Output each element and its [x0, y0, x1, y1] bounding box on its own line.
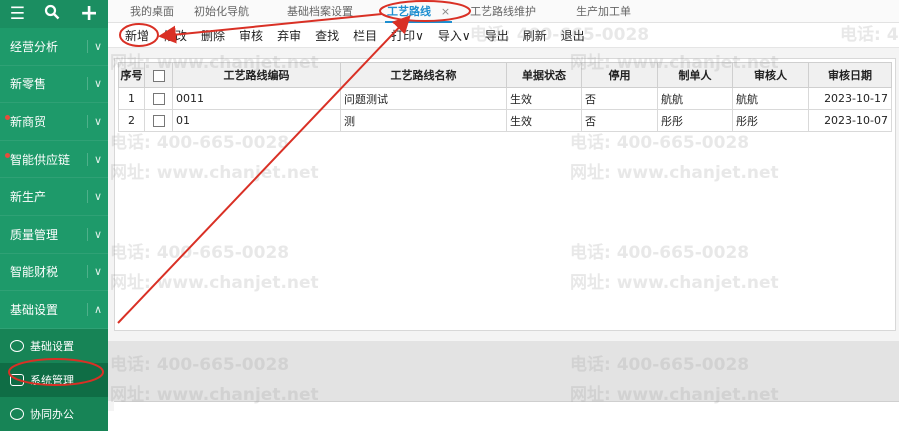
- sidebar-subitem-label: 协同办公: [30, 407, 74, 421]
- search-icon[interactable]: [44, 4, 60, 24]
- sidebar-subitem-label: 系统管理: [30, 373, 74, 387]
- col-header-status[interactable]: 单据状态: [506, 62, 582, 88]
- table-row[interactable]: 1 0011 问题测试 生效 否 航航 航航 2023-10-17: [118, 87, 892, 110]
- chevron-down-icon[interactable]: ∨: [87, 190, 108, 204]
- col-header-disabled[interactable]: 停用: [581, 62, 658, 88]
- sidebar-item-label: 新生产: [10, 190, 47, 205]
- col-header-index: 序号: [118, 62, 145, 88]
- sidebar-subitem-system-management[interactable]: 系统管理: [0, 362, 108, 397]
- cell-index: 1: [118, 87, 145, 110]
- col-header-approver[interactable]: 审核人: [732, 62, 809, 88]
- plus-icon[interactable]: +: [80, 3, 98, 25]
- sidebar-item-label: 经营分析: [10, 39, 59, 54]
- notification-dot: [5, 152, 10, 158]
- chevron-down-icon[interactable]: ∨: [87, 77, 108, 91]
- row-checkbox[interactable]: [152, 93, 165, 105]
- close-icon[interactable]: ×: [441, 5, 450, 18]
- main-area: 我的桌面 初始化导航 基础档案设置 工艺路线 × 工艺路线维护 生产加工单 新增…: [108, 0, 899, 412]
- sidebar-subitem-label: 基础设置: [30, 339, 74, 353]
- chevron-up-icon[interactable]: ∧: [87, 302, 108, 316]
- col-header-code[interactable]: 工艺路线编码: [172, 62, 341, 88]
- cell-disabled: 否: [581, 109, 658, 132]
- cell-name: 问题测试: [340, 87, 507, 110]
- settings-icon: [10, 339, 24, 352]
- tab-basic-archive[interactable]: 基础档案设置: [277, 3, 363, 19]
- import-dropdown[interactable]: 导入∨: [431, 27, 478, 44]
- exit-button[interactable]: 退出: [554, 27, 592, 44]
- sidebar-subitem-basic-settings[interactable]: 基础设置: [0, 328, 108, 363]
- sidebar-item-label: 新零售: [10, 77, 47, 92]
- sidebar-item-quality[interactable]: 质量管理 ∨: [0, 216, 108, 254]
- cell-select[interactable]: [144, 87, 173, 110]
- print-dropdown[interactable]: 打印∨: [384, 27, 431, 44]
- cell-code: 01: [172, 109, 341, 132]
- sidebar-item-basic-settings[interactable]: 基础设置 ∧: [0, 291, 108, 329]
- tab-my-desktop[interactable]: 我的桌面: [120, 3, 184, 19]
- table-row[interactable]: 2 01 测 生效 否 彤彤 彤彤 2023-10-07: [118, 109, 892, 132]
- table-header-row: 序号 工艺路线编码 工艺路线名称 单据状态 停用 制单人 审核人 审核日期: [118, 62, 892, 88]
- empty-area: [108, 341, 899, 401]
- sidebar: ☰ + 经营分析 ∨ 新零售 ∨ 新商贸 ∨ 智能供应链 ∨ 新生产 ∨ 质量管…: [0, 0, 108, 431]
- add-button[interactable]: 新增: [118, 27, 156, 44]
- collaboration-icon: [10, 407, 24, 420]
- sidebar-item-label: 智能财税: [10, 265, 59, 280]
- chevron-down-icon[interactable]: ∨: [87, 152, 108, 166]
- approve-button[interactable]: 审核: [232, 27, 270, 44]
- grid-panel: 序号 工艺路线编码 工艺路线名称 单据状态 停用 制单人 审核人 审核日期 1 …: [114, 58, 896, 331]
- find-button[interactable]: 查找: [308, 27, 346, 44]
- status-strip: [114, 401, 899, 412]
- tab-bar: 我的桌面 初始化导航 基础档案设置 工艺路线 × 工艺路线维护 生产加工单: [108, 0, 899, 23]
- unapprove-button[interactable]: 弃审: [270, 27, 308, 44]
- edit-button[interactable]: 修改: [156, 27, 194, 44]
- tab-init-guide[interactable]: 初始化导航: [184, 3, 259, 19]
- cell-index: 2: [118, 109, 145, 132]
- sidebar-top-bar: ☰ +: [0, 0, 108, 28]
- col-header-creator[interactable]: 制单人: [657, 62, 733, 88]
- cell-status: 生效: [506, 109, 582, 132]
- delete-button[interactable]: 删除: [194, 27, 232, 44]
- export-button[interactable]: 导出: [478, 27, 516, 44]
- cell-creator: 彤彤: [657, 109, 733, 132]
- process-route-table: 序号 工艺路线编码 工艺路线名称 单据状态 停用 制单人 审核人 审核日期 1 …: [118, 62, 892, 132]
- chevron-down-icon[interactable]: ∨: [87, 227, 108, 241]
- sidebar-item-label: 新商贸: [10, 114, 47, 129]
- cell-name: 测: [340, 109, 507, 132]
- cell-approver: 航航: [732, 87, 809, 110]
- sidebar-item-new-trade[interactable]: 新商贸 ∨: [0, 103, 108, 141]
- sidebar-item-label: 智能供应链: [10, 152, 71, 167]
- col-header-name[interactable]: 工艺路线名称: [340, 62, 507, 88]
- tab-label: 工艺路线: [387, 5, 431, 18]
- chevron-down-icon[interactable]: ∨: [87, 39, 108, 53]
- select-all-checkbox[interactable]: [152, 69, 165, 82]
- cell-code: 0011: [172, 87, 341, 110]
- cell-approve-date: 2023-10-17: [808, 87, 892, 110]
- tab-process-route-maintenance[interactable]: 工艺路线维护: [460, 3, 546, 19]
- refresh-button[interactable]: 刷新: [516, 27, 554, 44]
- sidebar-item-business-analysis[interactable]: 经营分析 ∨: [0, 28, 108, 66]
- sidebar-subitem-collaboration[interactable]: 协同办公: [0, 396, 108, 431]
- tab-production-order[interactable]: 生产加工单: [566, 3, 641, 19]
- menu-icon[interactable]: ☰: [10, 5, 25, 23]
- toolbar: 新增 修改 删除 审核 弃审 查找 栏目 打印∨ 导入∨ 导出 刷新 退出: [108, 23, 899, 48]
- monitor-icon: [10, 373, 24, 386]
- cell-status: 生效: [506, 87, 582, 110]
- chevron-down-icon[interactable]: ∨: [87, 114, 108, 128]
- col-header-approve-date[interactable]: 审核日期: [808, 62, 892, 88]
- cell-disabled: 否: [581, 87, 658, 110]
- tab-process-route[interactable]: 工艺路线 ×: [377, 3, 460, 23]
- row-checkbox[interactable]: [152, 115, 165, 127]
- sidebar-item-new-retail[interactable]: 新零售 ∨: [0, 66, 108, 104]
- cell-select[interactable]: [144, 109, 173, 132]
- sidebar-item-label: 基础设置: [10, 302, 59, 317]
- col-header-select[interactable]: [144, 62, 173, 88]
- sidebar-item-supply-chain[interactable]: 智能供应链 ∨: [0, 141, 108, 179]
- cell-approve-date: 2023-10-07: [808, 109, 892, 132]
- columns-button[interactable]: 栏目: [346, 27, 384, 44]
- chevron-down-icon[interactable]: ∨: [87, 265, 108, 279]
- cell-creator: 航航: [657, 87, 733, 110]
- cell-approver: 彤彤: [732, 109, 809, 132]
- sidebar-item-new-production[interactable]: 新生产 ∨: [0, 178, 108, 216]
- sidebar-item-label: 质量管理: [10, 227, 59, 242]
- sidebar-item-finance-tax[interactable]: 智能财税 ∨: [0, 254, 108, 292]
